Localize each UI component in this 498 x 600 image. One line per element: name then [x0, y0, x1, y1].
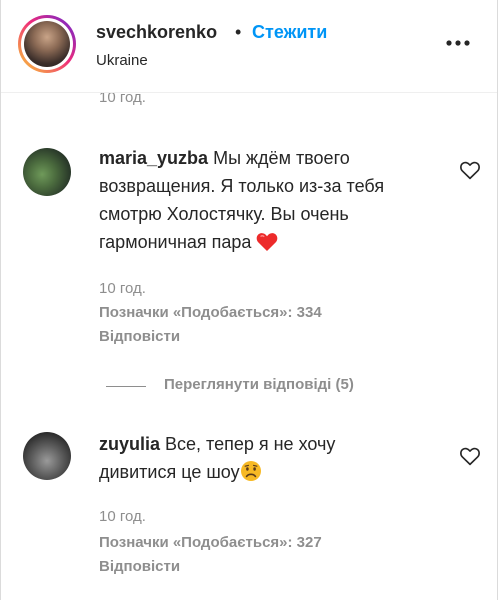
view-replies-label: Переглянути відповіді (5): [164, 376, 354, 393]
reply-button[interactable]: Відповісти: [99, 328, 180, 345]
comment-time: 10 год.: [99, 508, 146, 525]
avatar[interactable]: [18, 15, 76, 73]
post-comments-panel: svechkorenko • Стежити Ukraine 10 год. m…: [0, 0, 498, 600]
sad-face-emoji: [240, 461, 261, 481]
comment-body: zuyulia Все, тепер я не хочу дивитися це…: [99, 430, 414, 486]
author-username[interactable]: svechkorenko: [96, 22, 217, 43]
likes-count-link[interactable]: Позначки «Подобається»: 327: [99, 534, 322, 551]
avatar[interactable]: [23, 432, 71, 480]
comment-text-line: смотрю Холостячку. Вы очень: [99, 204, 349, 224]
profile-picture: [24, 21, 70, 67]
comments-list[interactable]: 10 год. maria_yuzba Мы ждём твоего возвр…: [1, 92, 497, 600]
likes-count-link[interactable]: Позначки «Подобається»: 334: [99, 304, 322, 321]
separator-dot: •: [235, 22, 242, 42]
comment-time: 10 год.: [99, 280, 146, 297]
like-heart-icon[interactable]: [459, 446, 481, 466]
comment-text-line: возвращения. Я только из-за тебя: [99, 176, 385, 196]
follow-button[interactable]: Стежити: [252, 22, 327, 43]
comment-text-line: Все, тепер я не хочу: [165, 434, 336, 454]
location-label[interactable]: Ukraine: [96, 52, 148, 69]
like-heart-icon[interactable]: [459, 160, 481, 180]
comment-time: 10 год.: [99, 92, 146, 106]
divider: [106, 386, 146, 387]
view-replies-button[interactable]: Переглянути відповіді (5): [106, 376, 396, 396]
post-header: svechkorenko • Стежити Ukraine: [1, 0, 497, 93]
comment-body: maria_yuzba Мы ждём твоего возвращения. …: [99, 144, 414, 256]
red-heart-emoji: [257, 233, 278, 251]
comment-username[interactable]: zuyulia: [99, 434, 160, 454]
reply-button[interactable]: Відповісти: [99, 558, 180, 575]
avatar[interactable]: [23, 148, 71, 196]
comment-text-line: Мы ждём твоего: [213, 148, 350, 168]
comment-text-line: дивитися це шоу: [99, 462, 240, 482]
comment-text-line: гармоничная пара: [99, 232, 252, 252]
comment-username[interactable]: maria_yuzba: [99, 148, 208, 168]
more-horizontal-icon[interactable]: [444, 33, 472, 53]
